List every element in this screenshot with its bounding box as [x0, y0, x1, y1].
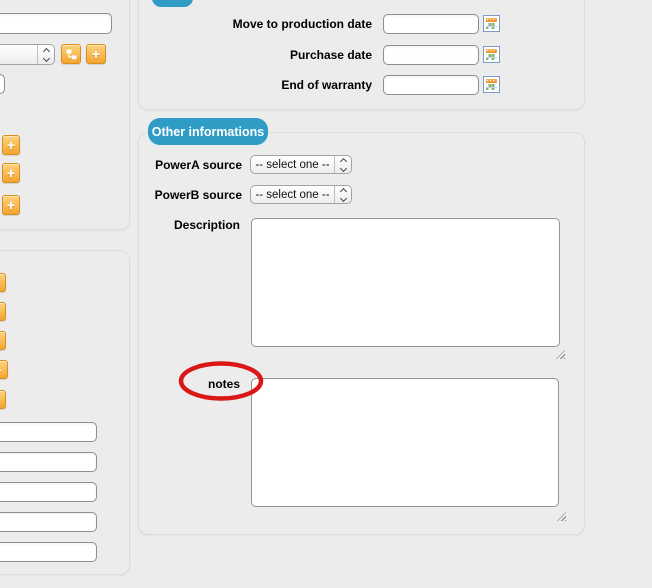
- tree-icon: [66, 49, 77, 60]
- plus-icon: +: [0, 363, 2, 377]
- plus-icon: +: [6, 137, 16, 153]
- power-a-source-select[interactable]: -- select one --: [250, 155, 352, 174]
- notes-label: notes: [207, 377, 240, 391]
- calendar-icon[interactable]: [483, 15, 500, 32]
- plus-icon: +: [6, 165, 16, 181]
- sidebar2-button-4[interactable]: +: [0, 360, 8, 379]
- chevron-up-down-icon: [334, 186, 351, 203]
- plus-icon: +: [6, 197, 16, 213]
- move-to-production-date-label: Move to production date: [232, 17, 372, 31]
- power-a-source-select-value: -- select one --: [255, 158, 330, 171]
- end-of-warranty-label: End of warranty: [281, 78, 372, 92]
- sidebar-select[interactable]: [0, 44, 55, 65]
- sidebar2-input-5[interactable]: [0, 542, 97, 562]
- purchase-date-input[interactable]: [383, 45, 479, 65]
- sidebar-add-button-row3[interactable]: +: [2, 195, 20, 215]
- dates-panel-tab-remnant: [152, 0, 193, 7]
- power-b-source-select[interactable]: -- select one --: [250, 185, 352, 204]
- calendar-icon[interactable]: [483, 76, 500, 93]
- sidebar2-input-1[interactable]: [0, 422, 97, 442]
- sidebar-input-1[interactable]: [0, 13, 112, 34]
- end-of-warranty-input[interactable]: [383, 75, 479, 95]
- page: { "colors": { "page_bg": "#ececec", "pan…: [0, 0, 652, 588]
- chevron-up-down-icon: [334, 156, 351, 173]
- description-label: Description: [173, 218, 240, 232]
- sidebar-add-button[interactable]: +: [86, 44, 106, 64]
- description-textarea[interactable]: [251, 218, 560, 347]
- purchase-date-label: Purchase date: [289, 48, 372, 62]
- sidebar2-button-2[interactable]: [0, 302, 6, 321]
- chevron-up-down-icon: [37, 45, 54, 64]
- plus-icon: +: [91, 46, 101, 62]
- power-b-source-select-value: -- select one --: [255, 188, 330, 201]
- sidebar-add-button-row1[interactable]: +: [2, 135, 20, 155]
- power-b-source-label: PowerB source: [154, 188, 242, 202]
- sidebar2-input-4[interactable]: [0, 512, 97, 532]
- sidebar2-button-1[interactable]: [0, 273, 6, 292]
- calendar-icon[interactable]: [483, 46, 500, 63]
- sidebar2-button-3[interactable]: [0, 331, 6, 350]
- power-a-source-label: PowerA source: [155, 158, 242, 172]
- sidebar-tree-button[interactable]: [61, 44, 81, 64]
- sidebar-input-2[interactable]: [0, 74, 5, 94]
- sidebar-add-button-row2[interactable]: +: [2, 163, 20, 183]
- move-to-production-date-input[interactable]: [383, 14, 479, 34]
- sidebar2-button-5[interactable]: [0, 390, 6, 409]
- sidebar2-input-3[interactable]: [0, 482, 97, 502]
- other-informations-tab: Other informations: [148, 118, 268, 145]
- sidebar2-input-2[interactable]: [0, 452, 97, 472]
- notes-textarea[interactable]: [251, 378, 559, 507]
